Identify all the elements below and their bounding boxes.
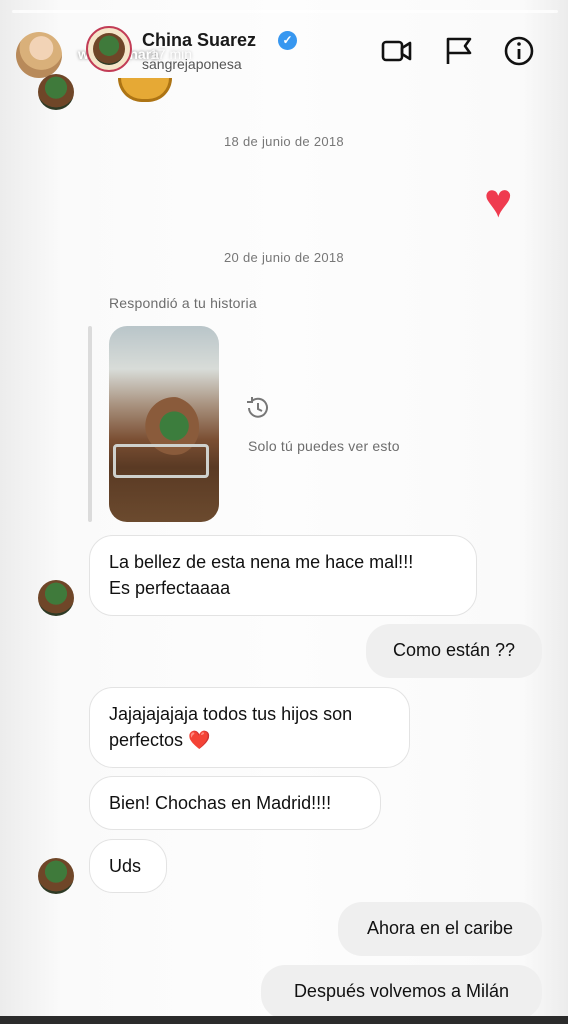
message-text: Es perfectaaaa (109, 578, 231, 598)
red-heart-emoji: ❤️ (188, 730, 211, 750)
message-incoming[interactable]: Uds (89, 839, 167, 893)
message-text: Bien! Chochas en Madrid!!!! (109, 793, 332, 813)
info-icon[interactable] (502, 34, 536, 68)
video-call-icon[interactable] (380, 34, 414, 68)
chat-contact-avatar[interactable] (86, 26, 132, 72)
message-text: Jajajajajaja todos tus hijos son (109, 704, 353, 724)
heart-icon[interactable]: ♥ (484, 178, 513, 226)
verified-badge-icon: ✓ (278, 31, 297, 50)
story-reply-label: Respondió a tu historia (109, 295, 257, 311)
message-text: Después volvemos a Milán (293, 981, 510, 1001)
message-outgoing[interactable]: Después volvemos a Milán (261, 965, 542, 1019)
story-progress-bar (12, 10, 558, 13)
story-frame: wanda_nara 17 min China Suarez ✓ sangrej… (0, 0, 568, 1024)
chat-contact-handle[interactable]: sangrejaponesa (142, 56, 242, 72)
chat-contact-name[interactable]: China Suarez (142, 30, 256, 51)
message-text: Ahora en el caribe (366, 918, 514, 938)
emoji-partial (118, 78, 172, 102)
bottom-edge (0, 1016, 568, 1024)
visibility-note: Solo tú puedes ver esto (248, 438, 400, 454)
contact-avatar-small[interactable] (38, 74, 74, 110)
contact-avatar-small[interactable] (38, 580, 74, 616)
message-text: Como están ?? (392, 640, 516, 660)
reply-quote-bar (88, 326, 92, 522)
history-icon (247, 397, 268, 418)
contact-avatar-small[interactable] (38, 858, 74, 894)
message-text: Uds (109, 856, 142, 876)
date-separator: 20 de junio de 2018 (224, 250, 344, 265)
message-outgoing[interactable]: Ahora en el caribe (338, 902, 542, 956)
story-thumbnail[interactable] (109, 326, 219, 522)
flag-icon[interactable] (442, 34, 476, 68)
message-text: perfectos (109, 730, 184, 750)
message-incoming[interactable]: Bien! Chochas en Madrid!!!! (89, 776, 381, 830)
message-incoming[interactable]: La bellez de esta nena me hace mal!!! Es… (89, 535, 477, 616)
message-incoming[interactable]: Jajajajajaja todos tus hijos son perfect… (89, 687, 410, 768)
date-separator: 18 de junio de 2018 (224, 134, 344, 149)
message-text: La bellez de esta nena me hace mal!!! (109, 552, 414, 572)
message-outgoing[interactable]: Como están ?? (366, 624, 542, 678)
story-author-avatar[interactable] (16, 32, 62, 78)
